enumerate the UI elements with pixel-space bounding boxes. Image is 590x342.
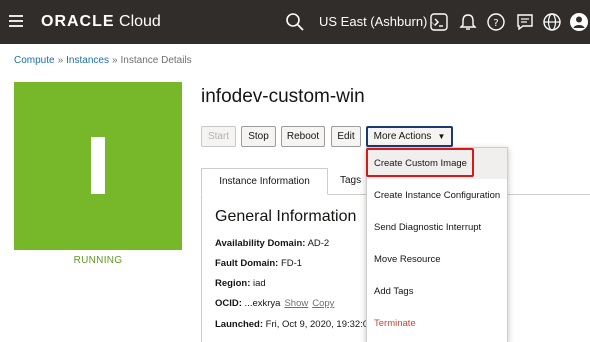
breadcrumb-compute[interactable]: Compute	[14, 55, 55, 66]
brand-product: Cloud	[114, 13, 161, 30]
more-actions-label: More Actions	[373, 131, 432, 142]
more-actions-button[interactable]: More Actions ▼	[366, 126, 453, 147]
profile-icon[interactable]	[569, 12, 589, 32]
launched-label: Launched:	[215, 319, 264, 330]
oracle-cloud-logo[interactable]: ORACLE Cloud	[41, 13, 161, 31]
region-field: Region: iad	[215, 278, 266, 290]
ocid-show-link[interactable]: Show	[284, 298, 308, 309]
search-icon[interactable]	[285, 12, 305, 32]
menu-item-terminate[interactable]: Terminate	[367, 308, 507, 339]
page-title: infodev-custom-win	[201, 86, 365, 107]
caret-down-icon: ▼	[437, 132, 446, 141]
top-navigation-bar: ORACLE Cloud US East (Ashburn) ⌵ ?	[0, 0, 590, 44]
menu-icon[interactable]	[9, 15, 23, 27]
region-value: iad	[250, 278, 266, 289]
launched-value: Fri, Oct 9, 2020, 19:32:0	[263, 319, 369, 330]
launched-field: Launched: Fri, Oct 9, 2020, 19:32:0	[215, 319, 368, 331]
feedback-icon[interactable]	[515, 12, 535, 32]
availability-domain-value: AD-2	[305, 238, 330, 249]
availability-domain-label: Availability Domain:	[215, 238, 306, 249]
region-selector[interactable]: US East (Ashburn) ⌵	[319, 14, 439, 32]
start-button[interactable]: Start	[201, 126, 236, 147]
region-label: Region:	[215, 278, 251, 289]
ocid-value: ...exkrya	[241, 298, 281, 309]
fault-domain-label: Fault Domain:	[215, 258, 279, 269]
region-label: US East (Ashburn)	[319, 14, 428, 29]
instance-icon	[91, 137, 105, 194]
breadcrumb-current: Instance Details	[120, 55, 192, 66]
fault-domain-value: FD-1	[278, 258, 303, 269]
ocid-copy-link[interactable]: Copy	[312, 298, 334, 309]
breadcrumb: Compute» Instances» Instance Details	[14, 55, 192, 67]
breadcrumb-separator: »	[57, 55, 64, 66]
menu-item-send-diagnostic-interrupt[interactable]: Send Diagnostic Interrupt	[367, 212, 507, 243]
brand-name: ORACLE	[41, 13, 115, 30]
tab-instance-information[interactable]: Instance Information	[201, 168, 328, 195]
fault-domain-field: Fault Domain: FD-1	[215, 258, 302, 270]
menu-item-add-tags[interactable]: Add Tags	[367, 276, 507, 307]
breadcrumb-separator: »	[111, 55, 118, 66]
ocid-label: OCID:	[215, 298, 242, 309]
availability-domain-field: Availability Domain: AD-2	[215, 238, 329, 250]
section-title: General Information	[215, 208, 357, 225]
language-icon[interactable]	[542, 12, 562, 32]
menu-item-create-instance-configuration[interactable]: Create Instance Configuration	[367, 180, 507, 211]
instance-status-label: RUNNING	[73, 255, 123, 266]
svg-text:?: ?	[493, 18, 498, 29]
help-icon[interactable]: ?	[486, 12, 506, 32]
ocid-field: OCID: ...exkrya Show Copy	[215, 298, 334, 310]
breadcrumb-instances[interactable]: Instances	[66, 55, 109, 66]
announcements-icon[interactable]	[458, 12, 478, 32]
cloud-shell-icon[interactable]	[429, 12, 449, 32]
instance-status-tile	[14, 82, 182, 250]
highlight-box	[366, 148, 474, 177]
menu-item-move-resource[interactable]: Move Resource	[367, 244, 507, 275]
tab-tags[interactable]: Tags	[340, 168, 361, 195]
stop-button[interactable]: Stop	[241, 126, 276, 147]
edit-button[interactable]: Edit	[331, 126, 361, 147]
reboot-button[interactable]: Reboot	[281, 126, 325, 147]
